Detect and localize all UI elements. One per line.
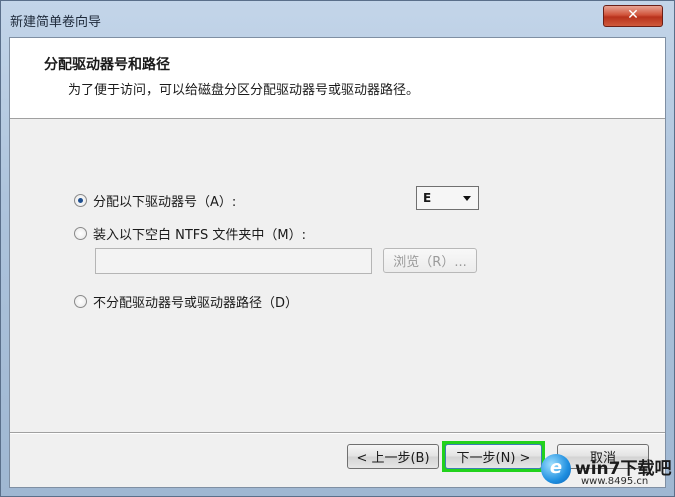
watermark-logo-letter: e <box>549 457 563 478</box>
drive-letter-select[interactable]: E <box>416 186 479 210</box>
next-button[interactable]: 下一步(N) > <box>445 444 542 469</box>
assign-letter-label: 分配以下驱动器号（A）: <box>93 195 237 210</box>
watermark-url: www.8495.cn <box>581 476 649 487</box>
page-description: 为了便于访问，可以给磁盘分区分配驱动器号或驱动器路径。 <box>68 83 420 98</box>
drive-letter-value: E <box>423 191 432 205</box>
mount-folder-label: 装入以下空白 NTFS 文件夹中（M）: <box>93 228 307 243</box>
window-title: 新建简单卷向导 <box>10 15 102 30</box>
browse-button[interactable]: 浏览（R）... <box>383 248 477 273</box>
assign-letter-radio[interactable] <box>74 194 87 207</box>
wizard-client-area: 分配驱动器号和路径 为了便于访问，可以给磁盘分区分配驱动器号或驱动器路径。 分配… <box>9 37 666 488</box>
no-assign-label: 不分配驱动器号或驱动器路径（D） <box>93 296 299 311</box>
site-watermark: e win7下载吧 www.8495.cn <box>541 448 671 492</box>
close-icon: ✕ <box>627 7 639 23</box>
option-mount-folder[interactable]: 装入以下空白 NTFS 文件夹中（M）: <box>74 224 306 243</box>
mount-folder-radio[interactable] <box>74 227 87 240</box>
close-button[interactable]: ✕ <box>603 5 663 27</box>
option-no-assign[interactable]: 不分配驱动器号或驱动器路径（D） <box>74 292 298 311</box>
option-assign-letter[interactable]: 分配以下驱动器号（A）: <box>74 191 236 210</box>
footer-divider <box>10 432 665 434</box>
mount-path-input[interactable] <box>95 248 372 274</box>
no-assign-radio[interactable] <box>74 295 87 308</box>
page-title: 分配驱动器号和路径 <box>44 57 170 73</box>
wizard-header: 分配驱动器号和路径 为了便于访问，可以给磁盘分区分配驱动器号或驱动器路径。 <box>10 38 665 119</box>
back-button[interactable]: < 上一步(B) <box>347 444 439 469</box>
chevron-down-icon <box>463 196 471 201</box>
watermark-logo-icon: e <box>541 454 571 484</box>
wizard-window: 新建简单卷向导 ✕ 分配驱动器号和路径 为了便于访问，可以给磁盘分区分配驱动器号… <box>0 0 675 497</box>
